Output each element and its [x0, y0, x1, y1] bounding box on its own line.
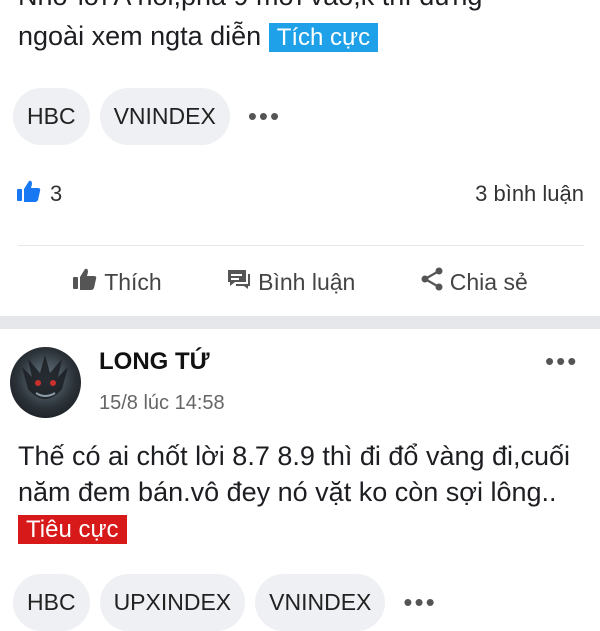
- avatar[interactable]: [10, 347, 81, 418]
- like-button[interactable]: Thích: [72, 267, 162, 297]
- post-2-tags: HBC UPXINDEX VNINDEX •••: [13, 574, 445, 631]
- post-2-text: Thế có ai chốt lời 8.7 8.9 thì đi đổ vàn…: [18, 441, 571, 507]
- post-separator: [0, 316, 600, 329]
- comment-button-label: Bình luận: [258, 268, 356, 295]
- comment-count-link[interactable]: 3 bình luận: [475, 181, 584, 207]
- post-1-actions: Thích Bình luận Chia sẻ: [0, 262, 600, 302]
- more-tags-icon[interactable]: •••: [395, 587, 444, 618]
- post-1-text-line-1: Nhờ lời A nói,phá 9 mới vào,k thì đứng: [18, 0, 588, 16]
- comment-icon: [226, 267, 252, 297]
- like-icon: [16, 179, 42, 209]
- tag-chip-hbc[interactable]: HBC: [13, 574, 90, 631]
- share-button[interactable]: Chia sẻ: [420, 267, 528, 297]
- author-name[interactable]: LONG TỨ: [99, 348, 210, 376]
- share-button-label: Chia sẻ: [449, 268, 528, 295]
- like-count: 3: [50, 181, 63, 206]
- more-options-icon[interactable]: •••: [545, 346, 578, 377]
- more-tags-icon[interactable]: •••: [240, 101, 289, 132]
- post-1-text-line-2: ngoài xem ngta diễn Tích cực: [18, 16, 588, 58]
- tag-chip-hbc[interactable]: HBC: [13, 88, 90, 145]
- post-1-content: Nhờ lời A nói,phá 9 mới vào,k thì đứng n…: [18, 0, 588, 58]
- post-1-text-line-2-text: ngoài xem ngta diễn: [18, 21, 262, 51]
- post-2-content: Thế có ai chốt lời 8.7 8.9 thì đi đổ vàn…: [18, 438, 588, 548]
- tag-chip-vnindex[interactable]: VNINDEX: [255, 574, 386, 631]
- divider: [18, 245, 584, 246]
- comment-button[interactable]: Bình luận: [226, 267, 355, 297]
- tag-chip-vnindex[interactable]: VNINDEX: [99, 88, 230, 145]
- tag-chip-upxindex[interactable]: UPXINDEX: [99, 574, 246, 631]
- post-1-tags: HBC VNINDEX •••: [13, 88, 289, 145]
- reaction-summary: 3 3 bình luận: [16, 178, 584, 210]
- sentiment-badge-negative: Tiêu cực: [18, 515, 127, 544]
- share-icon: [420, 267, 444, 297]
- post-timestamp[interactable]: 15/8 lúc 14:58: [99, 392, 225, 415]
- like-summary[interactable]: 3: [16, 179, 62, 209]
- thumbs-up-icon: [72, 267, 98, 297]
- like-button-label: Thích: [104, 268, 162, 295]
- sentiment-badge-positive: Tích cực: [268, 23, 379, 52]
